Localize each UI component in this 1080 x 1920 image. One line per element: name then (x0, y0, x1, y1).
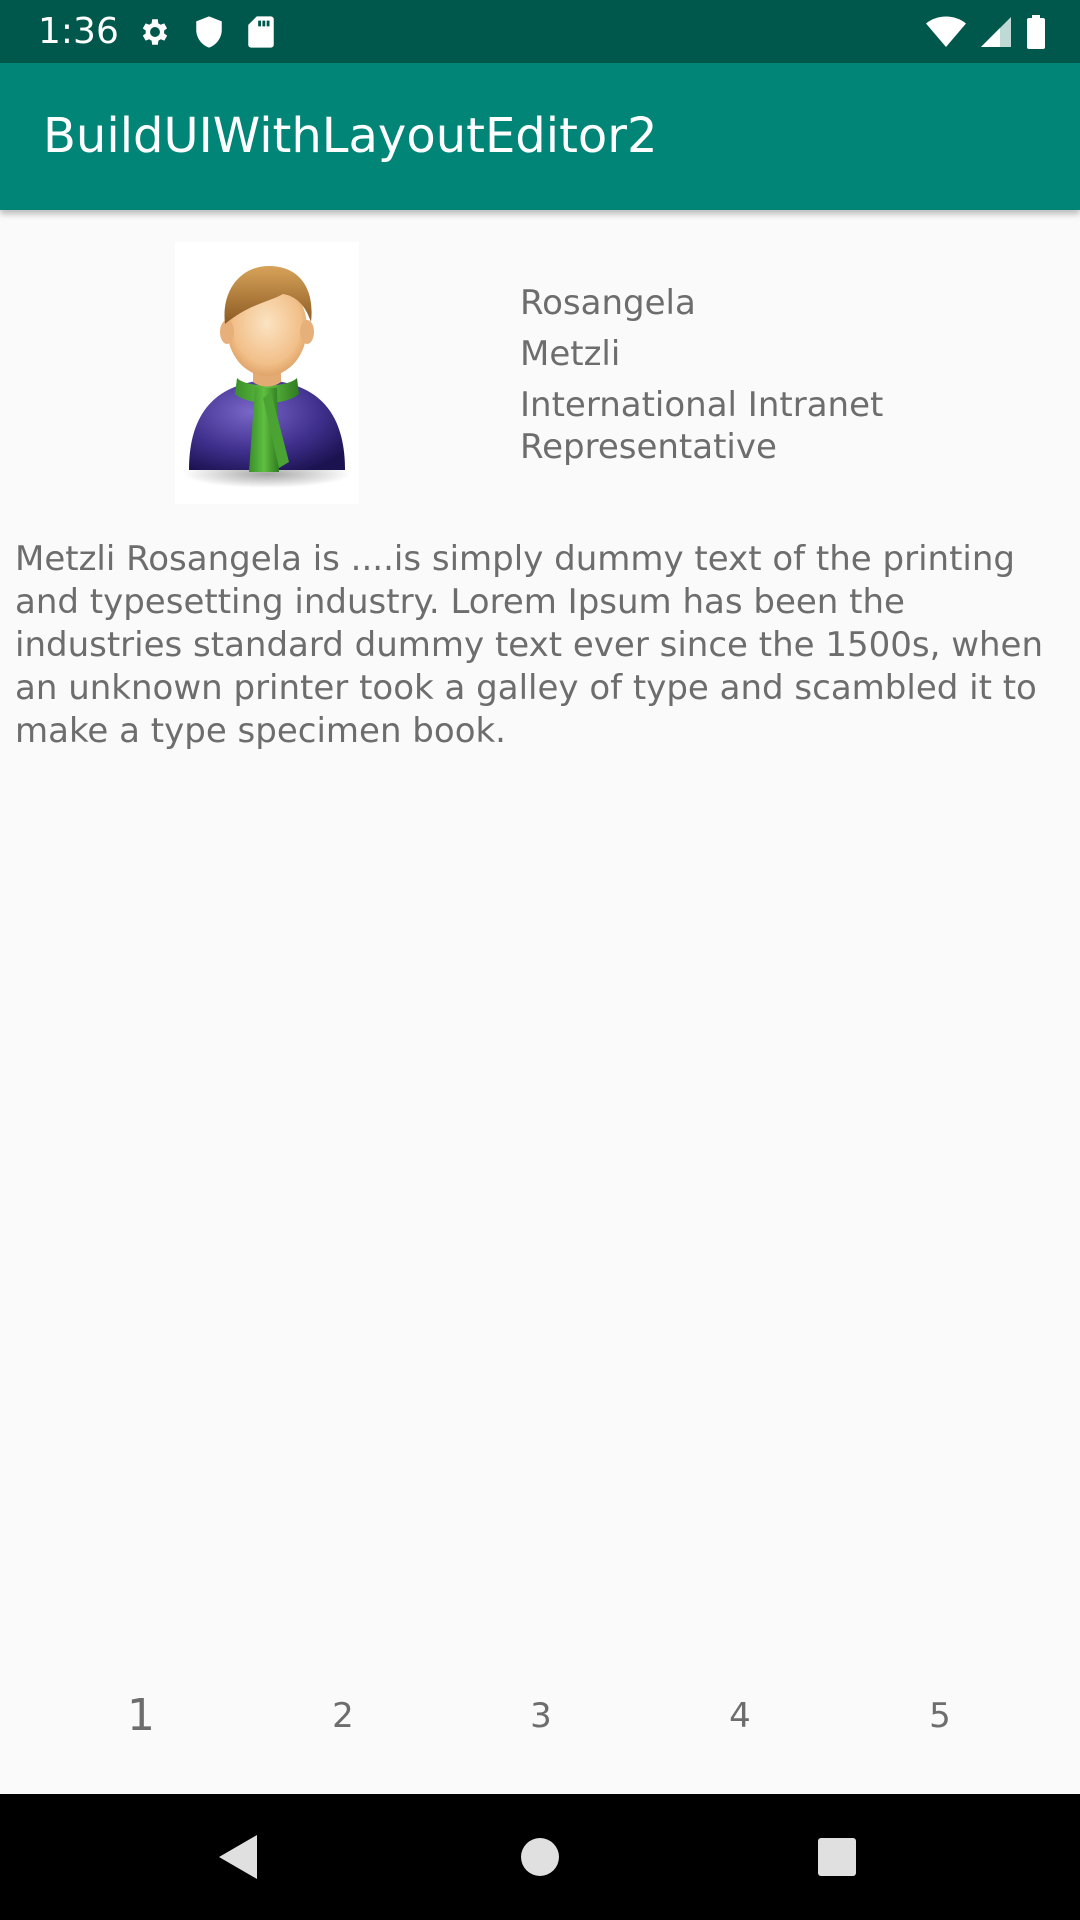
page-1[interactable]: 1 (111, 1684, 171, 1748)
battery-icon (1026, 15, 1046, 49)
page-5[interactable]: 5 (910, 1684, 970, 1748)
shield-icon (194, 15, 224, 49)
page-selector: 1 2 3 4 5 (0, 1684, 1080, 1748)
page-3[interactable]: 3 (511, 1684, 571, 1748)
back-button[interactable] (178, 1794, 298, 1920)
recents-button[interactable] (777, 1794, 897, 1920)
app-title: BuildUIWithLayoutEditor2 (43, 108, 658, 164)
home-button[interactable] (480, 1794, 600, 1920)
home-icon (521, 1838, 559, 1876)
person-avatar-icon (175, 242, 359, 504)
profile-info: Rosangela Metzli International Intranet … (520, 278, 1040, 468)
page-4[interactable]: 4 (710, 1684, 770, 1748)
page-2[interactable]: 2 (313, 1684, 373, 1748)
back-icon (219, 1835, 257, 1879)
status-left-icons (138, 14, 276, 50)
status-time: 1:36 (38, 11, 119, 52)
first-name: Rosangela (520, 283, 696, 323)
navigation-bar (0, 1794, 1080, 1920)
job-title: International Intranet Representative (520, 385, 884, 467)
cellular-icon (980, 16, 1012, 48)
app-bar: BuildUIWithLayoutEditor2 (0, 63, 1080, 210)
status-bar: 1:36 (0, 0, 1080, 63)
sd-card-icon (246, 15, 276, 49)
status-right-icons (926, 14, 1046, 50)
last-name: Metzli (520, 334, 621, 374)
description-text: Metzli Rosangela is ....is simply dummy … (15, 539, 1044, 751)
gear-icon (138, 15, 172, 49)
wifi-icon (926, 16, 966, 48)
recents-icon (818, 1838, 856, 1876)
